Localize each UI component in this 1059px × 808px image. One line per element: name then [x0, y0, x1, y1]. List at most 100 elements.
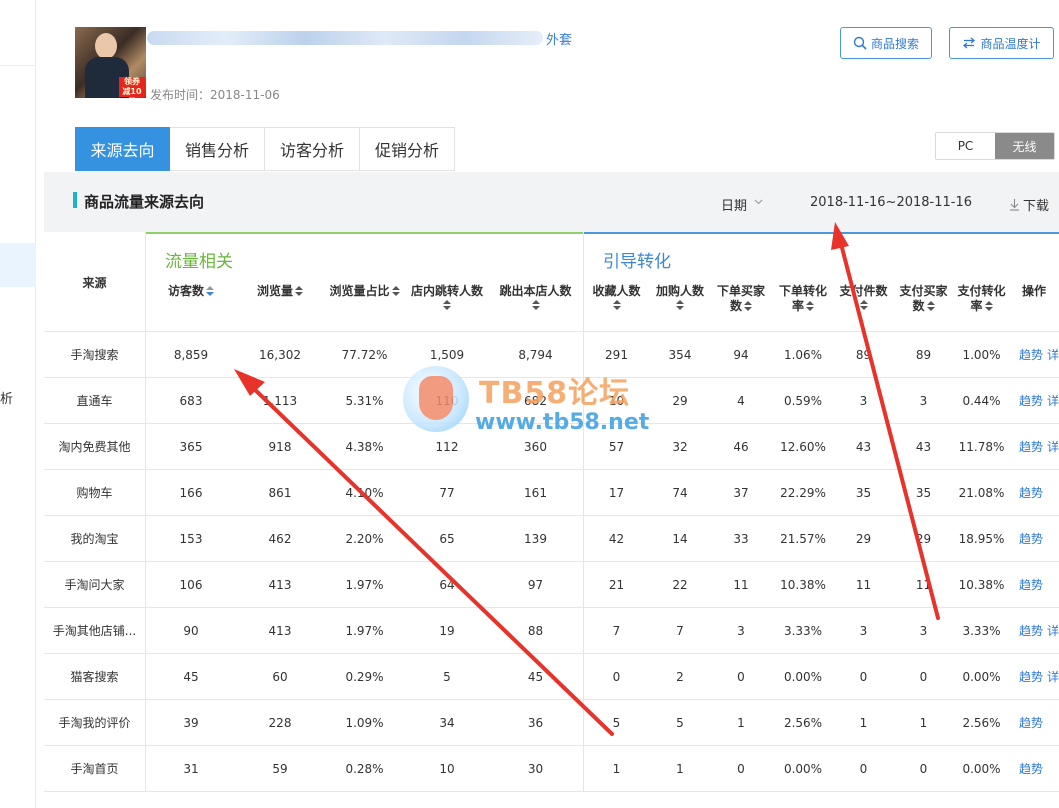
- thumb-promo-tag: 领券 减10元: [119, 77, 145, 98]
- sort-icon[interactable]: [391, 286, 400, 297]
- device-pc-option[interactable]: PC: [936, 133, 995, 159]
- swap-icon: [963, 37, 976, 49]
- download-button[interactable]: 下载: [1009, 195, 1049, 214]
- product-title[interactable]: 外套: [546, 29, 572, 48]
- column-header[interactable]: 下单买家数: [710, 284, 772, 314]
- value-cell: 0: [737, 762, 745, 776]
- column-header[interactable]: 加购人数: [650, 284, 710, 311]
- source-cell: 购物车: [76, 486, 113, 500]
- value-cell: 228: [268, 716, 292, 730]
- sort-icon[interactable]: [295, 286, 303, 297]
- value-cell: 1.97%: [345, 624, 384, 638]
- value-cell: 19: [439, 624, 455, 638]
- value-cell: 0.29%: [345, 670, 384, 684]
- trend-link[interactable]: 趋势: [1019, 654, 1047, 700]
- trend-link[interactable]: 趋势: [1019, 470, 1047, 516]
- product-search-label: 商品搜索: [870, 36, 919, 51]
- value-cell: 3: [919, 394, 928, 408]
- detail-link[interactable]: 详: [1047, 654, 1059, 700]
- value-cell: 2.56%: [783, 716, 823, 730]
- watermark-brand: TB58论坛: [479, 376, 631, 411]
- sort-icon[interactable]: [206, 286, 214, 297]
- device-wireless-option[interactable]: 无线: [995, 133, 1054, 159]
- column-header[interactable]: 浏览量占比: [323, 284, 406, 299]
- tab-promotion-analysis[interactable]: 促销分析: [360, 127, 455, 171]
- value-cell: 0: [737, 670, 745, 684]
- column-header[interactable]: 跳出本店人数: [488, 284, 583, 311]
- trend-link[interactable]: 趋势: [1019, 746, 1047, 792]
- value-cell: 11.78%: [958, 440, 1005, 454]
- value-cell: 10: [439, 762, 455, 776]
- value-cell: 22: [672, 578, 688, 592]
- table-row: 猫客搜索 45 60 0.29% 5 45 0 2 0 0.00% 0 0 0.00% 趋势详: [44, 654, 1059, 700]
- trend-link[interactable]: 趋势: [1019, 700, 1047, 746]
- sort-icon[interactable]: [531, 300, 540, 311]
- value-cell: 1: [612, 762, 621, 776]
- trend-link[interactable]: 趋势: [1019, 516, 1047, 562]
- sort-icon[interactable]: [859, 300, 868, 311]
- value-cell: 11: [915, 578, 932, 592]
- device-toggle: PC 无线: [935, 132, 1055, 160]
- trend-link[interactable]: 趋势: [1019, 424, 1047, 470]
- table-row: 手淘其他店铺... 90 413 1.97% 19 88 7 7 3 3.33% 3 3 3.33% 趋势…: [44, 608, 1059, 654]
- value-cell: 97: [527, 578, 544, 592]
- value-cell: 413: [268, 578, 292, 592]
- group-traffic-line: [145, 232, 583, 234]
- analysis-tabs: 来源去向 销售分析 访客分析 促销分析: [75, 127, 455, 171]
- column-header-label: 操作: [1021, 284, 1046, 298]
- detail-link[interactable]: 详: [1047, 332, 1059, 378]
- column-header[interactable]: 下单转化率: [772, 284, 834, 314]
- sort-icon[interactable]: [443, 300, 451, 311]
- value-cell: 0: [919, 670, 928, 684]
- column-header[interactable]: 支付买家数: [893, 284, 954, 314]
- sidebar-active-item[interactable]: [0, 243, 36, 287]
- value-cell: 88: [527, 624, 544, 638]
- value-cell: 0.00%: [962, 762, 1001, 776]
- value-cell: 5: [612, 716, 621, 730]
- value-cell: 1: [859, 716, 868, 730]
- product-search-button[interactable]: 商品搜索: [840, 27, 932, 59]
- column-header[interactable]: 访客数: [145, 284, 237, 299]
- sort-icon[interactable]: [984, 301, 993, 312]
- sort-icon[interactable]: [926, 301, 935, 312]
- product-thermometer-button[interactable]: 商品温度计: [949, 27, 1054, 59]
- value-cell: 0: [612, 670, 621, 684]
- value-cell: 35: [855, 486, 872, 500]
- app-root: 析 领券 减10元 外套 发布时间：2018-11-06 商品搜索 商品温度计 …: [0, 0, 1059, 808]
- column-header[interactable]: 店内跳转人数: [406, 284, 488, 311]
- column-header[interactable]: 支付转化率: [954, 284, 1009, 314]
- column-header-label: 率: [791, 299, 804, 313]
- column-header-label: 收藏人数: [592, 284, 641, 298]
- column-header[interactable]: 支付件数: [834, 284, 893, 311]
- source-cell: 手淘搜索: [70, 348, 119, 362]
- tab-visitor-analysis[interactable]: 访客分析: [265, 127, 360, 171]
- sort-icon[interactable]: [806, 301, 814, 312]
- value-cell: 0: [859, 670, 868, 684]
- source-cell: 手淘我的评价: [58, 716, 131, 730]
- column-header[interactable]: 收藏人数: [583, 284, 650, 311]
- trend-link[interactable]: 趋势: [1019, 608, 1047, 654]
- sidebar-item-label[interactable]: 析: [0, 388, 13, 407]
- sort-icon[interactable]: [676, 300, 684, 311]
- detail-link[interactable]: 详: [1047, 424, 1059, 470]
- column-header-label: 访客数: [167, 284, 204, 298]
- column-header[interactable]: 浏览量: [237, 284, 323, 299]
- table-row: 手淘我的评价 39 228 1.09% 34 36 5 5 1 2.56% 1 1 2.56% 趋势: [44, 700, 1059, 746]
- trend-link[interactable]: 趋势: [1019, 378, 1047, 424]
- value-cell: 5.31%: [345, 394, 384, 408]
- sort-icon[interactable]: [744, 301, 752, 312]
- chevron-down-icon[interactable]: [754, 197, 763, 206]
- value-cell: 161: [524, 486, 547, 500]
- value-cell: 166: [179, 486, 203, 500]
- sort-icon[interactable]: [612, 300, 621, 311]
- value-cell: 0: [859, 762, 868, 776]
- detail-link[interactable]: 详: [1047, 608, 1059, 654]
- trend-link[interactable]: 趋势: [1019, 332, 1047, 378]
- product-thumbnail[interactable]: 领券 减10元: [75, 27, 146, 98]
- tab-source-destination[interactable]: 来源去向: [75, 127, 170, 171]
- detail-link[interactable]: 详: [1047, 378, 1059, 424]
- tab-sales-analysis[interactable]: 销售分析: [170, 127, 265, 171]
- trend-link[interactable]: 趋势: [1019, 562, 1047, 608]
- column-header-label: 浏览量占比: [329, 284, 390, 298]
- date-dropdown[interactable]: 日期: [721, 195, 747, 214]
